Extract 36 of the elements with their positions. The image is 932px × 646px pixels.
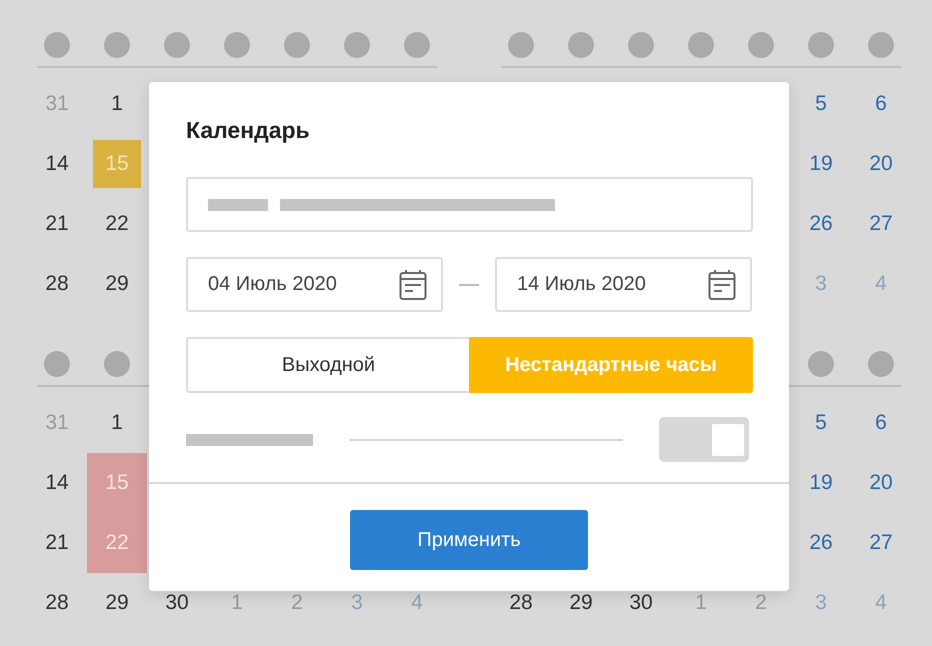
calendar-day[interactable]: 28	[509, 591, 533, 615]
calendar-day[interactable]: 14	[45, 471, 69, 495]
calendar-day[interactable]: 6	[875, 411, 887, 435]
calendar-day[interactable]: 29	[105, 272, 129, 296]
calendar-day[interactable]: 27	[869, 531, 893, 555]
calendar-day[interactable]: 14	[45, 152, 69, 176]
calendar-day[interactable]: 28	[45, 272, 69, 296]
calendar-day[interactable]: 1	[111, 92, 123, 116]
calendar-day[interactable]: 20	[869, 152, 893, 176]
dialog-title: Календарь	[186, 116, 311, 145]
apply-button[interactable]: Применить	[350, 510, 588, 570]
calendar-icon[interactable]	[399, 268, 427, 300]
skeleton-bar	[208, 198, 268, 210]
calendar-icon[interactable]	[708, 268, 736, 300]
calendar-day[interactable]: 27	[869, 212, 893, 236]
calendar-day[interactable]: 26	[809, 212, 833, 236]
calendar-day[interactable]: 30	[629, 591, 653, 615]
calendar-day[interactable]: 30	[165, 591, 189, 615]
calendar-day[interactable]: 1	[111, 411, 123, 435]
calendar-day[interactable]: 29	[569, 591, 593, 615]
toggle-switch[interactable]	[659, 417, 749, 462]
calendar-day[interactable]: 5	[815, 92, 827, 116]
calendar-day[interactable]: 21	[45, 212, 69, 236]
calendar-day[interactable]: 19	[809, 152, 833, 176]
calendar-day[interactable]: 29	[105, 591, 129, 615]
calendar-day[interactable]: 26	[809, 531, 833, 555]
mode-tab[interactable]: Выходной	[186, 337, 469, 393]
calendar-day[interactable]: 19	[809, 471, 833, 495]
range-dash	[459, 284, 479, 286]
text-field[interactable]	[186, 177, 753, 232]
calendar-day[interactable]: 28	[45, 591, 69, 615]
calendar-day[interactable]: 20	[869, 471, 893, 495]
calendar-day[interactable]: 21	[45, 531, 69, 555]
calendar-day[interactable]: 5	[815, 411, 827, 435]
calendar-day[interactable]: 22	[105, 212, 129, 236]
calendar-day[interactable]: 6	[875, 92, 887, 116]
